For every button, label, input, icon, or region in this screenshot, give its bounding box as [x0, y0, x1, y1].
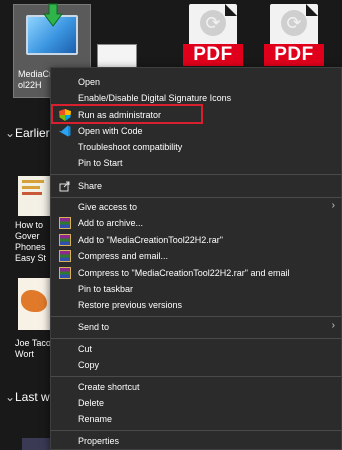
- selected-file-label: MediaCr ol22H: [18, 69, 53, 90]
- menu-item-delete[interactable]: Delete: [51, 395, 341, 411]
- green-download-arrow-icon: [43, 3, 63, 27]
- pdf-file-icon[interactable]: ⟳ PDF: [183, 4, 243, 70]
- menu-item-create-shortcut[interactable]: Create shortcut: [51, 379, 341, 395]
- menu-item-open[interactable]: Open: [51, 74, 341, 90]
- pdf-badge: PDF: [264, 44, 324, 66]
- menu-separator: [51, 316, 341, 317]
- menu-item-add-to-archive[interactable]: Add to archive...: [51, 215, 341, 231]
- menu-item-pin-to-start[interactable]: Pin to Start: [51, 155, 341, 171]
- file-label: Joe Taco Wort: [15, 338, 51, 359]
- document-thumbnail[interactable]: [18, 176, 50, 216]
- menu-separator: [51, 174, 341, 175]
- share-icon: [59, 181, 70, 192]
- menu-item-share[interactable]: Share: [51, 178, 341, 194]
- vscode-icon: [59, 125, 71, 137]
- menu-item-rename[interactable]: Rename: [51, 411, 341, 427]
- menu-item-compress-rar-and-email[interactable]: Compress to "MediaCreationTool22H2.rar" …: [51, 265, 341, 281]
- winrar-icon: [59, 234, 71, 246]
- menu-item-restore-previous-versions[interactable]: Restore previous versions: [51, 297, 341, 313]
- menu-item-give-access-to[interactable]: Give access to ›: [51, 199, 341, 215]
- image-thumbnail[interactable]: [22, 438, 50, 450]
- menu-item-pin-to-taskbar[interactable]: Pin to taskbar: [51, 281, 341, 297]
- winrar-icon: [59, 267, 71, 279]
- menu-separator: [51, 376, 341, 377]
- menu-separator: [51, 430, 341, 431]
- menu-item-open-with-code[interactable]: Open with Code: [51, 123, 341, 139]
- menu-item-copy[interactable]: Copy: [51, 357, 341, 373]
- context-menu: Open Enable/Disable Digital Signature Ic…: [50, 67, 342, 450]
- pdf-badge: PDF: [183, 44, 243, 66]
- pdf-file-icon[interactable]: ⟳ PDF: [264, 4, 324, 70]
- section-last-week[interactable]: ⌄Last we: [5, 390, 56, 404]
- chevron-right-icon: ›: [331, 320, 335, 331]
- menu-item-send-to[interactable]: Send to ›: [51, 319, 341, 335]
- sync-icon: ⟳: [281, 10, 307, 36]
- image-thumbnail[interactable]: [18, 278, 50, 330]
- file-label: How to Gover Phones Easy St: [15, 220, 47, 263]
- chevron-down-icon: ⌄: [5, 390, 16, 404]
- sync-icon: ⟳: [200, 10, 226, 36]
- menu-item-properties[interactable]: Properties: [51, 433, 341, 449]
- winrar-icon: [59, 217, 71, 229]
- menu-separator: [51, 197, 341, 198]
- chevron-right-icon: ›: [331, 200, 335, 211]
- chevron-down-icon: ⌄: [5, 126, 16, 140]
- section-earlier[interactable]: ⌄Earlier: [5, 126, 50, 140]
- winrar-icon: [59, 250, 71, 262]
- menu-item-add-to-rar[interactable]: Add to "MediaCreationTool22H2.rar": [51, 232, 341, 248]
- menu-item-compress-and-email[interactable]: Compress and email...: [51, 248, 341, 264]
- highlight-box: [51, 104, 203, 124]
- menu-item-troubleshoot[interactable]: Troubleshoot compatibility: [51, 139, 341, 155]
- menu-item-cut[interactable]: Cut: [51, 341, 341, 357]
- menu-separator: [51, 338, 341, 339]
